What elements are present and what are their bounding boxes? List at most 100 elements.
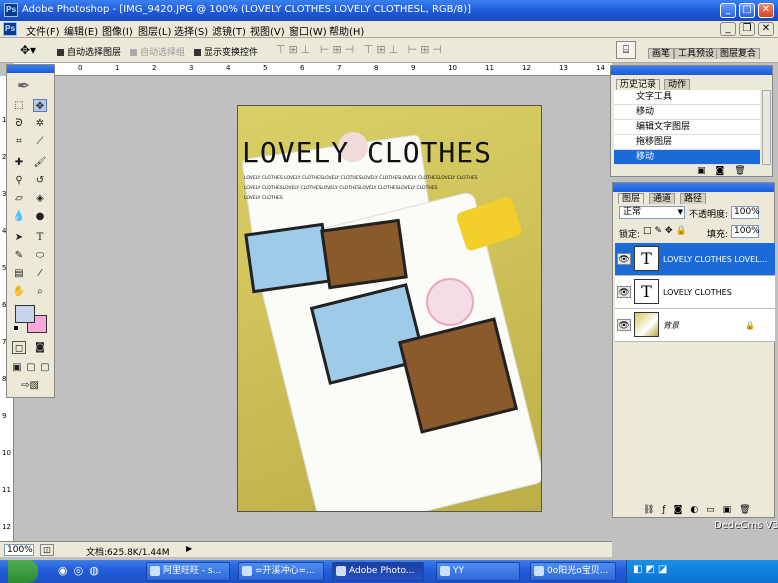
tab-brushes[interactable]: 画笔 xyxy=(648,48,675,59)
tab-layer-comps[interactable]: 图层复合 xyxy=(716,48,761,59)
tab-tool-presets[interactable]: 工具预设 xyxy=(674,48,719,59)
history-item[interactable]: 编辑文字图层 xyxy=(614,120,760,135)
menu-image[interactable]: 图像(I) xyxy=(102,23,133,38)
foreground-color-swatch[interactable] xyxy=(15,305,35,323)
lasso-tool-icon[interactable]: ᘐ xyxy=(12,117,26,130)
start-button[interactable] xyxy=(8,560,38,583)
layer-row-text-2[interactable]: 👁 T LOVELY CLOTHES xyxy=(615,276,775,309)
close-button[interactable]: ✕ xyxy=(758,3,774,18)
quick-mask-mode-icon[interactable]: ◙ xyxy=(33,341,47,354)
zoom-input[interactable]: 100% xyxy=(4,544,34,556)
headline-text-layer[interactable]: LOVELY CLOTHES xyxy=(242,136,492,169)
history-panel-header[interactable] xyxy=(611,66,772,75)
tab-paths[interactable]: 路径 xyxy=(680,193,707,204)
fill-input[interactable]: 100% xyxy=(731,225,760,238)
ruler-horizontal[interactable]: 0123456789101112131415 xyxy=(14,63,642,76)
taskbar-item[interactable]: 阿里旺旺 - s... xyxy=(146,562,230,581)
status-icon[interactable]: ◫ xyxy=(40,544,54,556)
eye-icon[interactable]: 👁 xyxy=(617,319,631,331)
tab-channels[interactable]: 通道 xyxy=(649,193,676,204)
taskbar-item[interactable]: =开溪冲心=... xyxy=(238,562,324,581)
ruler-tick-label: 12 xyxy=(522,64,531,72)
doc-close-button[interactable]: ✕ xyxy=(758,22,774,36)
minimize-button[interactable]: _ xyxy=(720,3,736,18)
menu-edit[interactable]: 编辑(E) xyxy=(64,23,98,38)
tab-history[interactable]: 历史记录 xyxy=(616,79,661,90)
taskbar-item-active[interactable]: Adobe Photo... xyxy=(332,562,424,581)
brush-tool-icon[interactable]: 🖌 xyxy=(33,156,47,169)
type-tool-icon[interactable]: T xyxy=(33,231,47,244)
jump-to-imageready-icon[interactable]: ⇨▧ xyxy=(15,379,45,392)
layer-row-text-1[interactable]: 👁 T LOVELY CLOTHES LOVEL... xyxy=(615,243,775,276)
path-selection-tool-icon[interactable]: ➤ xyxy=(12,231,26,244)
standard-mode-icon[interactable]: ◻ xyxy=(12,341,26,354)
status-menu-arrow-icon[interactable]: ▶ xyxy=(186,544,192,553)
notes-tool-icon[interactable]: ▤ xyxy=(12,267,26,280)
eye-icon[interactable]: 👁 xyxy=(617,286,631,298)
magic-wand-tool-icon[interactable]: ✲ xyxy=(33,117,47,130)
shape-tool-icon[interactable]: ⬭ xyxy=(33,249,47,262)
eyedropper-tool-icon[interactable]: ⁄ xyxy=(33,267,47,280)
taskbar-item[interactable]: YY xyxy=(436,562,520,581)
layer-row-background[interactable]: 👁 背景 🔒 xyxy=(615,309,775,342)
pen-tool-icon[interactable]: ✎ xyxy=(12,249,26,262)
marquee-tool-icon[interactable]: ⬚ xyxy=(12,99,26,112)
maximize-button[interactable]: □ xyxy=(739,3,755,18)
layers-footer-buttons-icon[interactable]: ⛓ƒ◙◐▭▣🗑 xyxy=(643,505,759,515)
clone-stamp-tool-icon[interactable]: ⚲ xyxy=(12,174,26,187)
screen-mode-full-icon[interactable]: ▢ xyxy=(38,361,52,374)
document-canvas[interactable]: LOVELY CLOTHES LOVELY CLOTHES LOVELY CLO… xyxy=(237,105,542,512)
show-transform-checkbox[interactable]: 显示变换控件 xyxy=(194,45,258,58)
tab-layers[interactable]: 图层 xyxy=(618,193,645,204)
eye-icon[interactable]: 👁 xyxy=(617,253,631,265)
zoom-tool-icon[interactable]: ⌕ xyxy=(33,285,47,298)
history-footer-buttons-icon[interactable]: ▣◙🗑 xyxy=(697,166,756,176)
history-scrollbar[interactable] xyxy=(762,90,771,165)
history-item[interactable]: 文字工具 xyxy=(614,90,760,105)
print-brown-panel xyxy=(320,218,408,290)
taskbar-item[interactable]: 0o阳光o宝贝... xyxy=(530,562,616,581)
window-titlebar[interactable]: Ps Adobe Photoshop - [IMG_9420.JPG @ 100… xyxy=(0,0,778,21)
toolbox-header[interactable] xyxy=(7,65,54,73)
menu-window[interactable]: 窗口(W) xyxy=(289,23,327,38)
blur-tool-icon[interactable]: 💧 xyxy=(12,210,26,223)
history-item[interactable]: 移动 xyxy=(614,105,760,120)
slice-tool-icon[interactable]: ⟋ xyxy=(33,135,47,148)
doc-minimize-button[interactable]: _ xyxy=(720,22,736,36)
screen-mode-standard-icon[interactable]: ▣ xyxy=(10,361,24,374)
menu-filter[interactable]: 滤镜(T) xyxy=(212,23,246,38)
history-item-label: 移动 xyxy=(636,107,655,117)
eraser-tool-icon[interactable]: ▱ xyxy=(12,192,26,205)
dodge-tool-icon[interactable]: ● xyxy=(33,210,47,223)
tray-icons[interactable]: ◧◩◪ xyxy=(633,564,670,575)
doc-restore-button[interactable]: ❐ xyxy=(739,22,755,36)
lock-options-icon[interactable]: □✎✥🔒 xyxy=(643,226,690,236)
menu-select[interactable]: 选择(S) xyxy=(174,23,208,38)
menu-file[interactable]: 文件(F) xyxy=(26,23,60,38)
auto-select-layer-checkbox[interactable]: 自动选择图层 xyxy=(57,45,121,58)
palette-well-icon[interactable]: ⌸ xyxy=(616,41,636,59)
hand-tool-icon[interactable]: ✋ xyxy=(12,285,26,298)
ruler-tick-label: 1 xyxy=(115,64,120,72)
auto-select-group-checkbox[interactable]: 自动选择组 xyxy=(130,45,185,58)
menu-view[interactable]: 视图(V) xyxy=(250,23,285,38)
quick-launch-icons[interactable]: ◉◎◍ xyxy=(58,564,105,577)
history-brush-tool-icon[interactable]: ↺ xyxy=(33,174,47,187)
menu-help[interactable]: 帮助(H) xyxy=(329,23,364,38)
crop-tool-icon[interactable]: ⌗ xyxy=(12,135,26,148)
screen-mode-full-menu-icon[interactable]: ▢ xyxy=(24,361,38,374)
blend-mode-select[interactable]: 正常 ▼ xyxy=(619,206,685,219)
move-tool-icon[interactable]: ✥ xyxy=(33,99,47,112)
align-buttons-icon[interactable]: ⊤⊞⊥ ⊢⊞⊣ ⊤⊞⊥ ⊢⊞⊣ xyxy=(276,43,445,56)
menu-layer[interactable]: 图层(L) xyxy=(138,23,171,38)
healing-brush-tool-icon[interactable]: ✚ xyxy=(12,156,26,169)
history-item-selected[interactable]: 移动 xyxy=(614,150,760,165)
default-colors-icon[interactable] xyxy=(13,325,19,331)
history-item[interactable]: 拖移图层 xyxy=(614,135,760,150)
move-tool-icon[interactable]: ✥▾ xyxy=(20,43,36,57)
opacity-input[interactable]: 100% xyxy=(731,206,760,219)
tab-actions[interactable]: 动作 xyxy=(664,79,691,90)
paint-bucket-tool-icon[interactable]: ◈ xyxy=(33,192,47,205)
layers-panel-header[interactable] xyxy=(613,183,774,192)
status-bar: 100% ◫ 文档:625.8K/1.44M ▶ xyxy=(0,541,612,558)
